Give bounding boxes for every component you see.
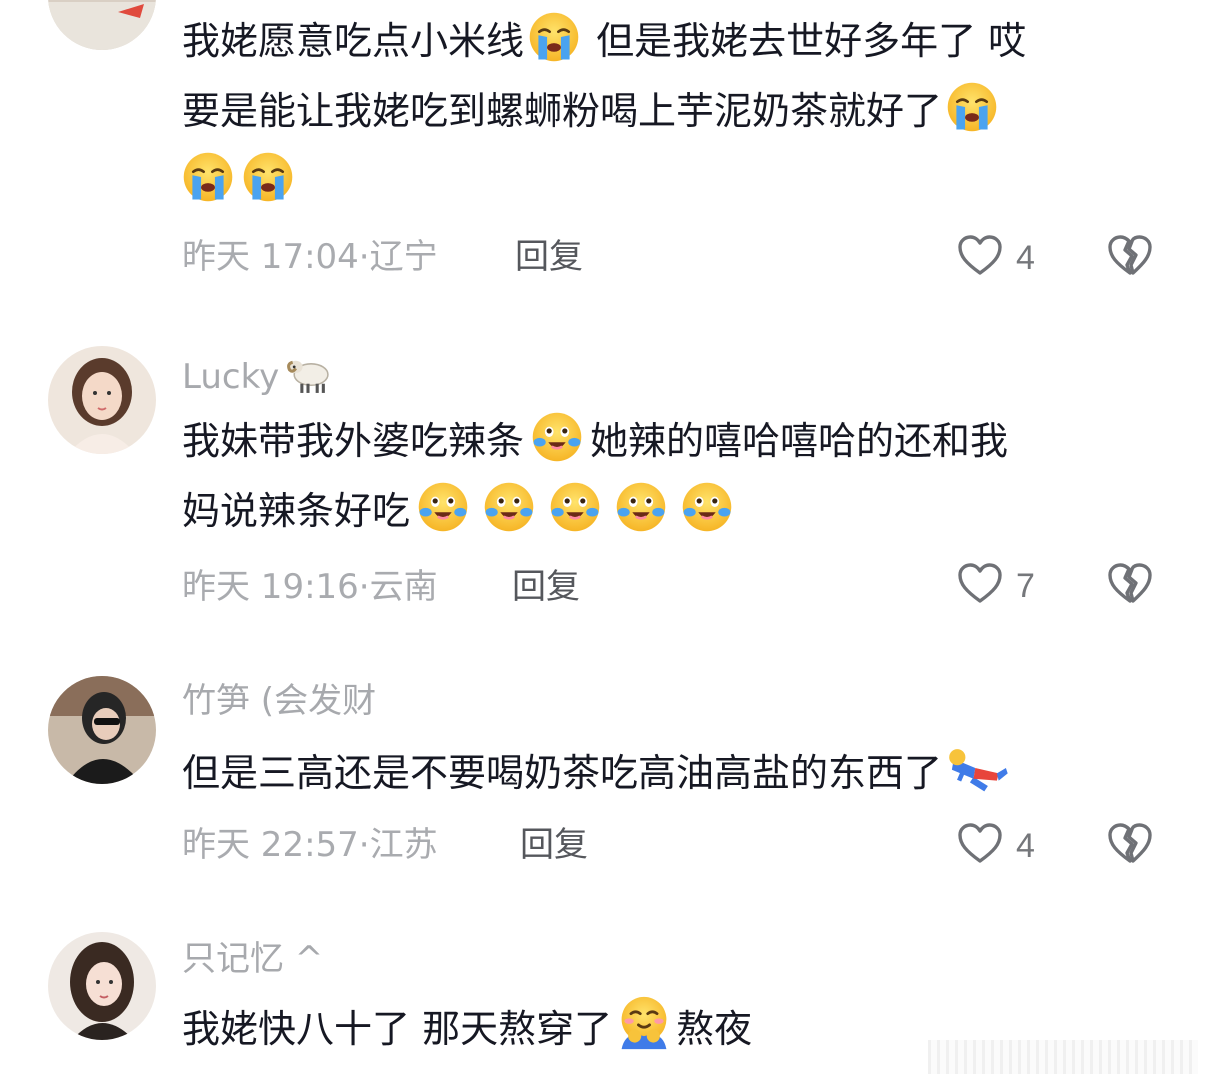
reply-button[interactable]: 回复 [520,824,588,866]
comment-time: 昨天 19:16 [182,567,359,607]
reply-button[interactable]: 回复 [512,566,580,608]
like-button[interactable]: 4 [956,232,1035,284]
comment-meta: 昨天 22:57·江苏 [182,824,438,866]
ram-emoji [283,350,333,396]
loudly-crying-face-emoji [242,151,294,203]
comment-text-line: 我姥愿意吃点小米线 [182,19,525,63]
comment-text: 我姥愿意吃点小米线 但是我姥去世好多年了 哎 要是能让我姥吃到螺蛳粉喝上芋泥奶茶… [182,6,1162,216]
comment-time: 昨天 22:57 [182,825,359,865]
username[interactable]: Lucky [182,350,337,398]
fallen-person-emoji [946,741,1010,795]
comment-location: 云南 [369,567,438,607]
dislike-button[interactable] [1106,820,1154,872]
comment-text-line: 要是能让我姥吃到螺蛳粉喝上芋泥奶茶就好了 [182,89,943,133]
comment-text-line: 她辣的嘻哈嘻哈的还和我 [590,419,1009,463]
watermark [928,1040,1198,1074]
avatar[interactable] [48,346,156,454]
reply-button[interactable]: 回复 [515,236,583,278]
loudly-crying-face-emoji [182,151,234,203]
avatar[interactable] [48,932,156,1040]
like-count: 4 [1016,826,1035,865]
like-button[interactable]: 4 [956,820,1035,872]
avatar[interactable] [48,676,156,784]
broken-heart-icon [1106,593,1154,612]
comment-time: 昨天 17:04 [182,237,359,277]
heart-outline-icon [956,560,1004,612]
comment-meta: 昨天 19:16·云南 [182,566,438,608]
like-count: 4 [1016,238,1035,277]
comment-text-line: 我姥快八十了 那天熬穿了 [182,1007,613,1051]
broken-heart-icon [1106,265,1154,284]
separator: · [358,237,370,277]
comment-text-line: 妈说辣条好吃 [182,489,411,533]
face-with-tears-emoji [414,481,472,533]
avatar[interactable] [48,0,156,50]
comment-text-line: 熬夜 [676,1007,753,1051]
comment-location: 江苏 [369,825,438,865]
loudly-crying-face-emoji [946,81,998,133]
separator: · [358,567,370,607]
comment-text: 但是三高还是不要喝奶茶吃高油高盐的东西了 [182,738,1162,808]
comment-meta: 昨天 17:04·辽宁 [182,236,438,278]
dislike-button[interactable] [1106,560,1154,612]
heart-outline-icon [956,820,1004,872]
comment-text: 我妹带我外婆吃辣条 她辣的嘻哈嘻哈的还和我 妈说辣条好吃 [182,406,1162,546]
username[interactable]: 只记忆 ^ [182,938,323,980]
face-with-tears-emoji [480,481,538,533]
face-with-tears-emoji [612,481,670,533]
separator: · [358,825,370,865]
like-button[interactable]: 7 [956,560,1035,612]
username[interactable]: 竹笋 (会发财 [182,680,376,722]
comment-text-line: 但是三高还是不要喝奶茶吃高油高盐的东西了 [182,751,943,795]
face-with-tears-emoji [546,481,604,533]
loudly-crying-face-emoji [528,11,580,63]
comment-text-line: 但是我姥去世好多年了 哎 [584,19,1027,63]
broken-heart-icon [1106,853,1154,872]
like-count: 7 [1016,566,1035,605]
face-with-tears-emoji [528,411,586,463]
heart-outline-icon [956,232,1004,284]
face-with-tears-emoji [678,481,736,533]
comment-text-line: 我妹带我外婆吃辣条 [182,419,525,463]
comment-location: 辽宁 [369,237,438,277]
username-text: Lucky [182,357,280,397]
dislike-button[interactable] [1106,232,1154,284]
hugging-face-emoji [616,995,672,1051]
